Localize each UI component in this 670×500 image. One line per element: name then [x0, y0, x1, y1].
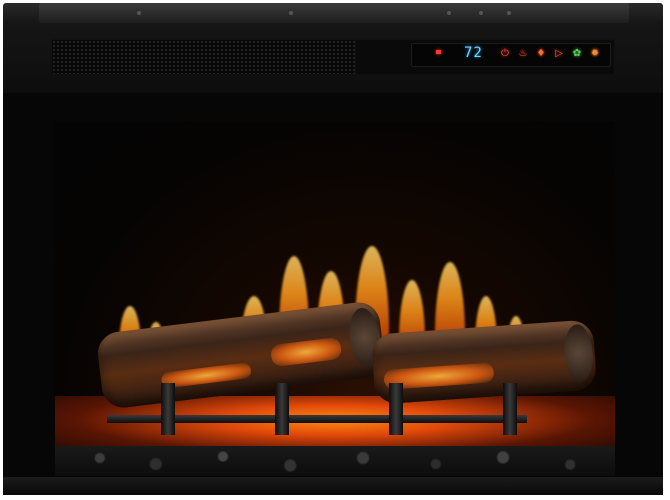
control-panel: 72 ⏻ ♨ ♦ ▷ ✿ ✹ — [411, 43, 611, 67]
electric-fireplace: 72 ⏻ ♨ ♦ ▷ ✿ ✹ — [3, 3, 663, 495]
flame-icon[interactable]: ♦ — [534, 47, 548, 61]
top-trim — [39, 3, 629, 23]
temperature-display: 72 — [464, 45, 483, 61]
screw — [447, 11, 451, 15]
heat-icon[interactable]: ♨ — [516, 47, 530, 61]
indicator-light — [436, 50, 441, 54]
power-icon[interactable]: ⏻ — [498, 47, 512, 61]
heater-vent-grille — [51, 39, 357, 75]
brightness-icon[interactable]: ✹ — [588, 47, 602, 61]
fan-icon[interactable]: ✿ — [570, 47, 584, 61]
top-panel: 72 ⏻ ♨ ♦ ▷ ✿ ✹ — [3, 3, 663, 93]
screw — [479, 11, 483, 15]
screw — [137, 11, 141, 15]
fire-glass — [55, 121, 615, 476]
timer-icon[interactable]: ▷ — [552, 47, 566, 61]
front-log — [95, 299, 387, 411]
grate-post — [503, 383, 517, 435]
firebox — [3, 93, 663, 495]
screw — [289, 11, 293, 15]
log-end — [562, 323, 595, 384]
grate-post — [275, 383, 289, 435]
back-log — [370, 319, 598, 405]
grate-post — [389, 383, 403, 435]
log-glow — [270, 336, 343, 368]
ember-rocks — [55, 446, 615, 476]
screw — [507, 11, 511, 15]
grate-post — [161, 383, 175, 435]
hearth-trim — [3, 477, 663, 495]
